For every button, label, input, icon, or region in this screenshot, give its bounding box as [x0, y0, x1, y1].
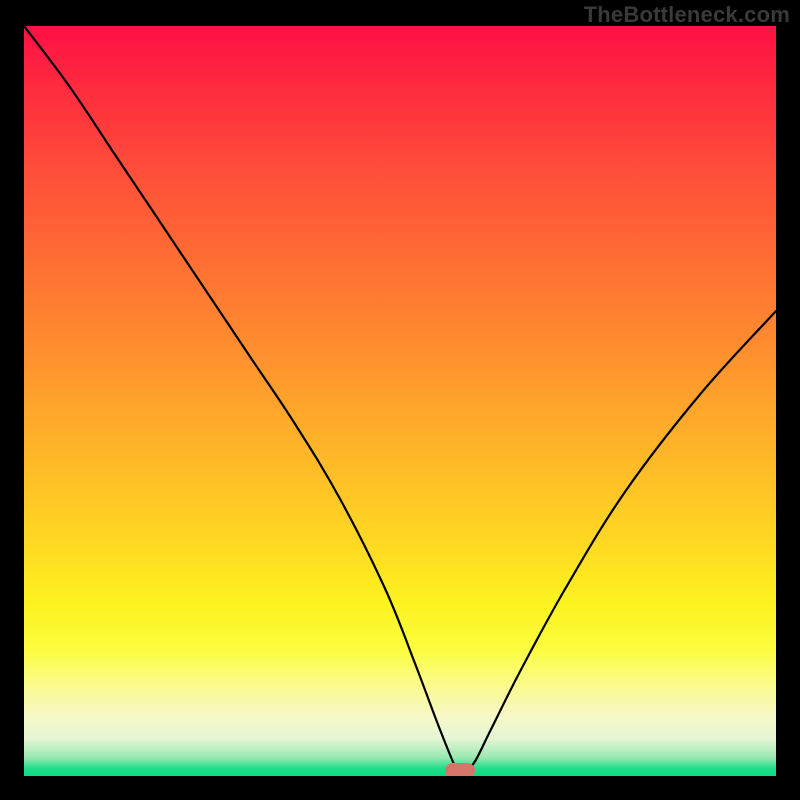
curve-path — [24, 26, 776, 776]
optimal-marker — [445, 763, 475, 776]
bottleneck-curve — [24, 26, 776, 776]
plot-area — [24, 26, 776, 776]
chart-frame: TheBottleneck.com — [0, 0, 800, 800]
watermark-text: TheBottleneck.com — [584, 2, 790, 28]
